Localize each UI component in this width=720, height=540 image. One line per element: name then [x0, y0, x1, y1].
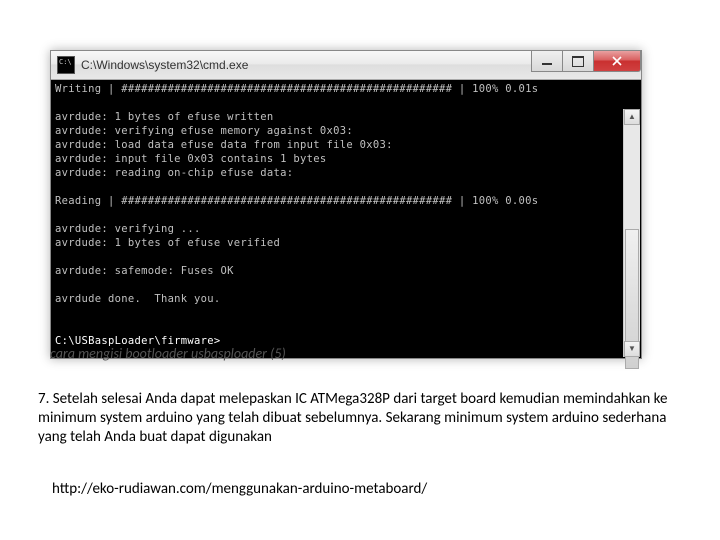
cmd-icon	[57, 56, 75, 74]
scroll-down-button[interactable]: ▼	[624, 341, 640, 357]
cmd-window: C:\Windows\system32\cmd.exe Writing | ##…	[50, 50, 642, 359]
image-caption: cara mengisi bootloader usbasploader (5)	[50, 345, 286, 362]
window-controls	[532, 51, 641, 71]
maximize-button[interactable]	[562, 51, 594, 72]
terminal-output[interactable]: Writing | ##############################…	[51, 80, 641, 358]
titlebar[interactable]: C:\Windows\system32\cmd.exe	[51, 51, 641, 80]
minimize-button[interactable]	[531, 51, 563, 72]
window-title: C:\Windows\system32\cmd.exe	[81, 58, 248, 72]
close-icon	[612, 56, 622, 66]
scrollbar[interactable]: ▲ ▼	[623, 109, 640, 357]
terminal-area: Writing | ##############################…	[51, 80, 641, 358]
source-url: http://eko-rudiawan.com/menggunakan-ardu…	[52, 480, 427, 498]
close-button[interactable]	[593, 51, 641, 72]
instruction-text: 7. Setelah selesai Anda dapat melepaskan…	[38, 390, 678, 447]
scroll-up-button[interactable]: ▲	[624, 109, 640, 125]
